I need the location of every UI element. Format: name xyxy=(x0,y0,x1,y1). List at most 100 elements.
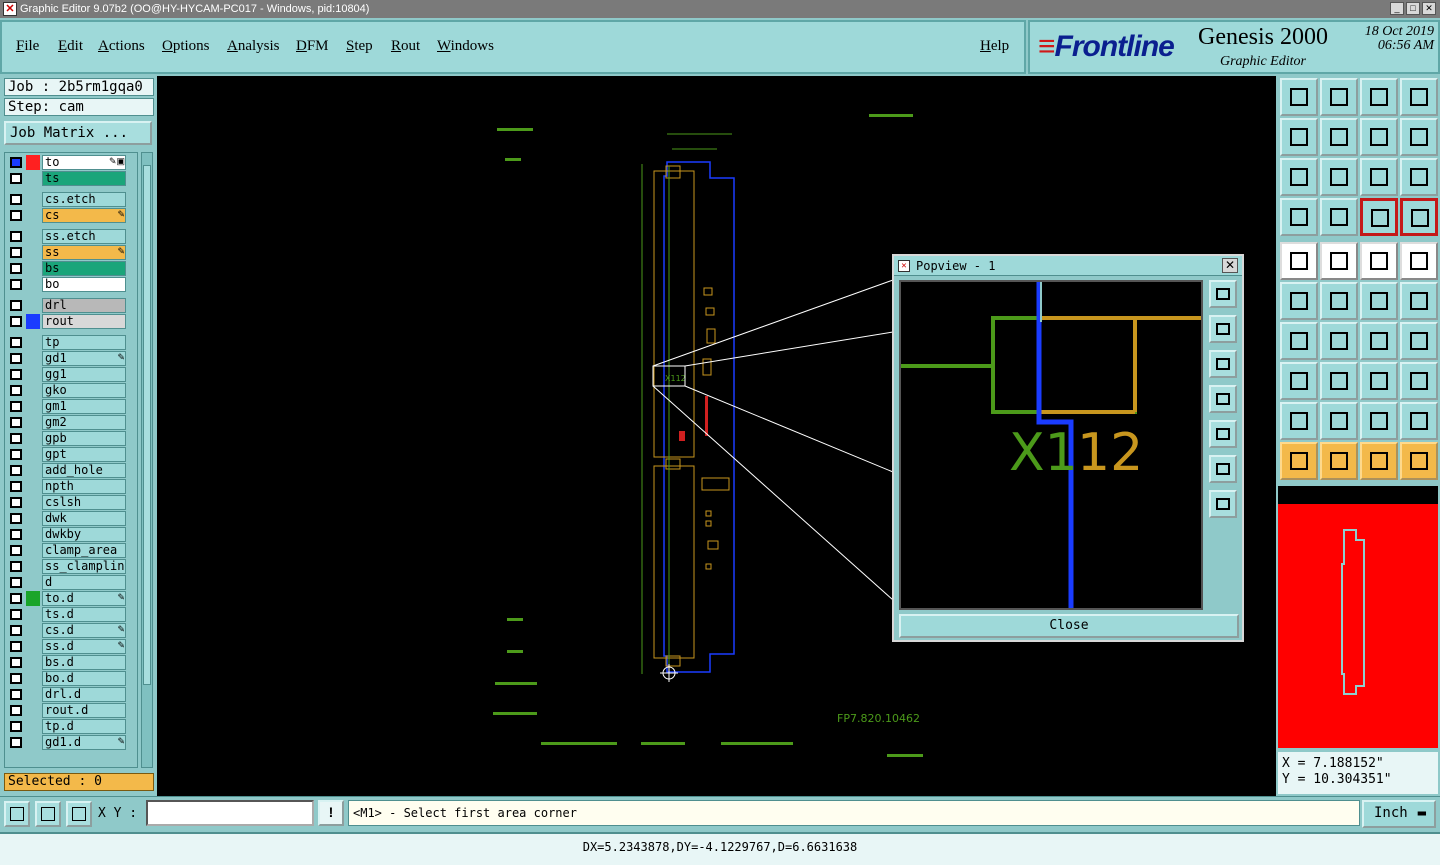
layer-row[interactable]: bs.d xyxy=(5,655,129,670)
layer-row[interactable]: tp xyxy=(5,335,129,350)
layer-row[interactable]: ss.d ✎ xyxy=(5,639,129,654)
window-icon[interactable] xyxy=(1400,78,1438,116)
layer-row[interactable]: cs.d ✎ xyxy=(5,623,129,638)
layer-row[interactable]: add_hole xyxy=(5,463,129,478)
menu-step[interactable]: Step xyxy=(346,38,373,55)
layer-row[interactable]: gko xyxy=(5,383,129,398)
pan-right-icon[interactable] xyxy=(1320,118,1358,156)
layer-checkbox[interactable] xyxy=(10,497,22,508)
menu-analysis[interactable]: Analysis xyxy=(227,38,280,55)
scrollbar-thumb[interactable] xyxy=(143,165,151,685)
layer-row[interactable]: ss.etch xyxy=(5,229,129,244)
layer-checkbox[interactable] xyxy=(10,385,22,396)
layer-name[interactable]: bo.d xyxy=(42,671,126,686)
layer-row[interactable]: npth xyxy=(5,479,129,494)
popview-pan-right-icon[interactable] xyxy=(1209,420,1237,448)
layer-name[interactable]: dwk xyxy=(42,511,126,526)
layer-row[interactable]: d xyxy=(5,575,129,590)
menu-options[interactable]: Options xyxy=(162,38,210,55)
popview-center-icon[interactable] xyxy=(1209,490,1237,518)
layer-checkbox[interactable] xyxy=(10,689,22,700)
fit-icon[interactable] xyxy=(1280,158,1318,196)
layer-name[interactable]: rout.d xyxy=(42,703,126,718)
layer-row[interactable]: ts xyxy=(5,171,129,186)
layer-checkbox[interactable] xyxy=(10,263,22,274)
layer-checkbox[interactable] xyxy=(10,210,22,221)
layer-checkbox[interactable] xyxy=(10,401,22,412)
layer-checkbox[interactable] xyxy=(10,529,22,540)
maximize-icon[interactable]: □ xyxy=(1406,2,1420,15)
layer-checkbox[interactable] xyxy=(10,721,22,732)
popview-zoom-icon[interactable] xyxy=(1209,280,1237,308)
layer-checkbox[interactable] xyxy=(10,481,22,492)
menu-rout[interactable]: Rout xyxy=(391,38,420,55)
help-icon[interactable] xyxy=(1400,158,1438,196)
layer-row[interactable]: cslsh xyxy=(5,495,129,510)
layer-row[interactable]: to ✎▣ xyxy=(5,155,129,170)
delete-icon[interactable] xyxy=(1320,282,1358,320)
layer-checkbox[interactable] xyxy=(10,561,22,572)
layer-name[interactable]: to.d xyxy=(42,591,126,606)
layer-row[interactable]: drl.d xyxy=(5,687,129,702)
layer-checkbox[interactable] xyxy=(10,641,22,652)
zoom-home-icon[interactable] xyxy=(1280,78,1318,116)
menu-windows[interactable]: Windows xyxy=(437,38,494,55)
layer-checkbox[interactable] xyxy=(10,353,22,364)
popview-close-icon[interactable]: ✕ xyxy=(1222,258,1238,273)
triangle-icon[interactable] xyxy=(1280,402,1318,440)
layer-list-scrollbar[interactable] xyxy=(141,152,153,768)
layer-name[interactable]: drl.d xyxy=(42,687,126,702)
layer-checkbox[interactable] xyxy=(10,417,22,428)
layer-checkbox[interactable] xyxy=(10,173,22,184)
line-draw-icon[interactable] xyxy=(1320,242,1358,280)
layer-checkbox[interactable] xyxy=(10,593,22,604)
menu-file[interactable]: File xyxy=(16,38,39,55)
layer-row[interactable]: bo.d xyxy=(5,671,129,686)
split-icon[interactable] xyxy=(1400,322,1438,360)
layer-row[interactable]: gg1 xyxy=(5,367,129,382)
layer-name[interactable]: ss xyxy=(42,245,126,260)
layer-name[interactable]: cs.d xyxy=(42,623,126,638)
minimize-icon[interactable]: _ xyxy=(1390,2,1404,15)
layer-name[interactable]: ss.etch xyxy=(42,229,126,244)
layer-checkbox[interactable] xyxy=(10,194,22,205)
layer-checkbox[interactable] xyxy=(10,545,22,556)
polygon-icon[interactable] xyxy=(1280,362,1318,400)
menu-dfm[interactable]: DFM xyxy=(296,38,329,55)
measure-dist-icon[interactable] xyxy=(1360,362,1398,400)
layer-checkbox[interactable] xyxy=(10,657,22,668)
layer-checkbox[interactable] xyxy=(10,609,22,620)
layer-checkbox[interactable] xyxy=(10,369,22,380)
unit-selector[interactable]: Inch ▬ xyxy=(1362,800,1436,828)
move-icon[interactable] xyxy=(1360,282,1398,320)
line-icon[interactable] xyxy=(1320,322,1358,360)
layer-row[interactable]: ss ✎ xyxy=(5,245,129,260)
layer-name[interactable]: tp.d xyxy=(42,719,126,734)
layer-name[interactable]: add_hole xyxy=(42,463,126,478)
measure-icon[interactable] xyxy=(1320,198,1358,236)
layer-row[interactable]: ss_clampline xyxy=(5,559,129,574)
layer-name[interactable]: bo xyxy=(42,277,126,292)
pointer-box-icon[interactable] xyxy=(1320,442,1358,480)
layer-checkbox[interactable] xyxy=(10,625,22,636)
layer-name[interactable]: dwkby xyxy=(42,527,126,542)
ruler-icon[interactable] xyxy=(1360,242,1398,280)
draw-line-icon[interactable] xyxy=(4,801,30,827)
layer-checkbox[interactable] xyxy=(10,449,22,460)
layer-name[interactable]: gm2 xyxy=(42,415,126,430)
popview-canvas[interactable]: X1 12 xyxy=(899,280,1203,610)
layer-name[interactable]: cs.etch xyxy=(42,192,126,207)
layer-checkbox[interactable] xyxy=(10,465,22,476)
layer-name[interactable]: gpb xyxy=(42,431,126,446)
layer-name[interactable]: rout xyxy=(42,314,126,329)
layer-row[interactable]: ts.d xyxy=(5,607,129,622)
layer-name[interactable]: ts xyxy=(42,171,126,186)
layer-row[interactable]: clamp_area xyxy=(5,543,129,558)
layer-name[interactable]: ss_clampline xyxy=(42,559,126,574)
layer-row[interactable]: bo xyxy=(5,277,129,292)
layer-name[interactable]: gm1 xyxy=(42,399,126,414)
layer-name[interactable]: clamp_area xyxy=(42,543,126,558)
layer-name[interactable]: ts.d xyxy=(42,607,126,622)
layer-row[interactable]: gm2 xyxy=(5,415,129,430)
layer-name[interactable]: gd1.d xyxy=(42,735,126,750)
